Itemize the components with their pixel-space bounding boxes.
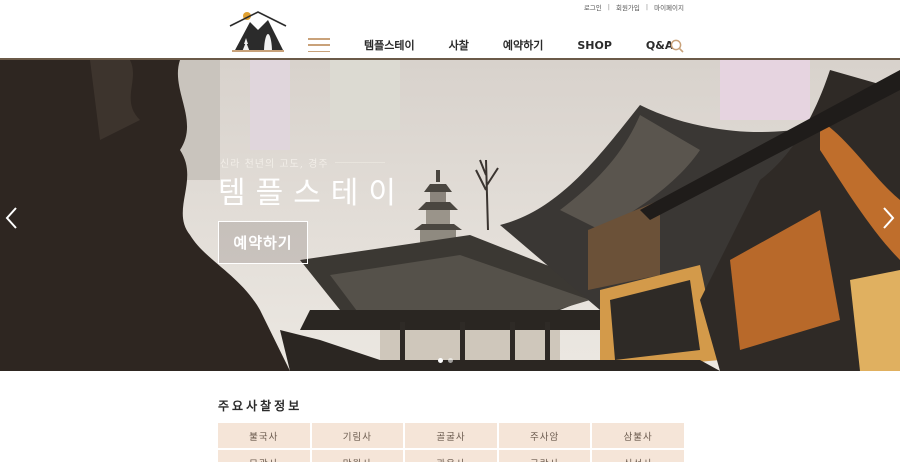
temple-item[interactable]: 신선사 (592, 450, 684, 462)
slide-dot[interactable] (448, 358, 453, 363)
nav-item-templestay[interactable]: 템플스테이 (364, 37, 415, 53)
login-link[interactable]: 로그인 (584, 2, 602, 12)
temple-item[interactable]: 기림사 (311, 423, 404, 448)
temple-item[interactable]: 주사암 (498, 423, 591, 448)
utility-links: 로그인 | 회원가입 | 마이페이지 (584, 0, 684, 14)
signup-link[interactable]: 회원가입 (616, 2, 640, 12)
util-separator: | (645, 3, 649, 11)
reserve-button[interactable]: 예약하기 (218, 221, 308, 264)
temple-item[interactable]: 극락사 (498, 450, 591, 462)
temple-item[interactable]: 삼불사 (592, 423, 684, 448)
nav-item-shop[interactable]: SHOP (577, 39, 612, 52)
util-separator: | (607, 3, 610, 11)
section-title: 주요사찰정보 (218, 399, 303, 413)
chevron-right-icon[interactable] (878, 206, 898, 230)
temple-item[interactable]: 묘광사 (218, 450, 310, 462)
hero-slider: 신라 천년의 고도, 경주 템플스테이 예약하기 (0, 60, 900, 371)
logo[interactable] (228, 6, 288, 54)
temple-item[interactable]: 불국사 (218, 423, 310, 448)
temple-item[interactable]: 골굴사 (405, 423, 497, 448)
temple-grid: 불국사 기림사 골굴사 주사암 삼불사 묘광사 망월사 관음사 극락사 신선사 (218, 423, 684, 462)
slide-indicator (438, 358, 453, 363)
logo-temple-mountain-icon (229, 11, 287, 52)
main-nav: 템플스테이 사찰 예약하기 SHOP Q&A (300, 32, 673, 58)
menu-icon[interactable] (308, 38, 330, 52)
temple-item[interactable]: 관음사 (405, 450, 497, 462)
slide-dot[interactable] (438, 358, 443, 363)
chevron-left-icon[interactable] (2, 206, 22, 230)
nav-item-temple[interactable]: 사찰 (449, 37, 469, 53)
mypage-link[interactable]: 마이페이지 (654, 2, 684, 12)
hero-temple-image (0, 60, 900, 371)
hero-title: 템플스테이 (218, 176, 406, 211)
nav-item-reservation[interactable]: 예약하기 (503, 37, 543, 53)
search-icon[interactable] (670, 38, 684, 53)
temple-item[interactable]: 망월사 (311, 450, 404, 462)
